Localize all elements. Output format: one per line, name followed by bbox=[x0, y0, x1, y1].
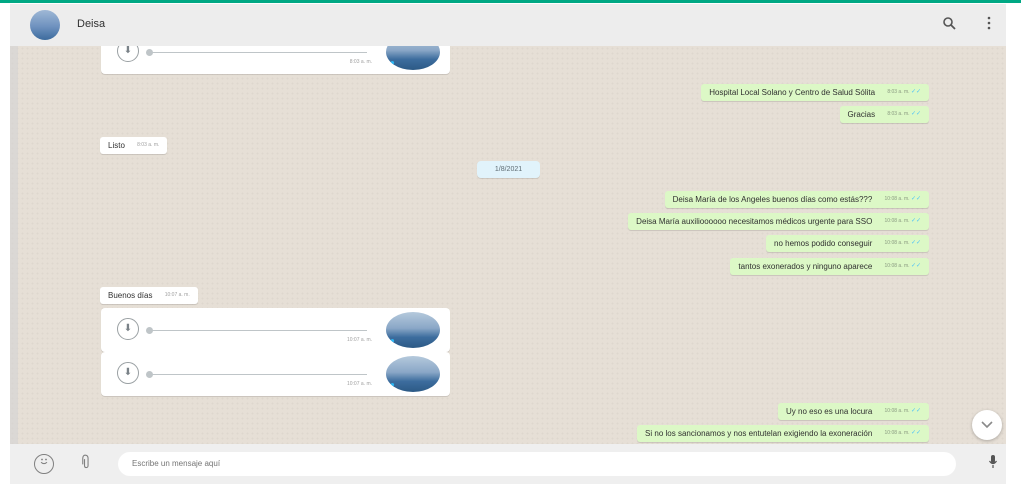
contact-name[interactable]: Deisa bbox=[77, 18, 105, 30]
message-time: 10:08 a. m. ✓✓ bbox=[884, 218, 921, 225]
date-separator: 1/8/2021 bbox=[477, 161, 540, 178]
message-text: Uy no eso es una locura bbox=[786, 407, 873, 416]
message-text: Listo bbox=[108, 141, 125, 150]
audio-knob[interactable] bbox=[146, 371, 153, 378]
mic-icon: ● bbox=[390, 336, 395, 345]
menu-dots-icon[interactable] bbox=[978, 14, 1000, 36]
message-time: 10:08 a. m. ✓✓ bbox=[884, 408, 921, 415]
message-bubble[interactable]: Listo 8:03 a. m. bbox=[100, 137, 168, 154]
panel-edge bbox=[10, 46, 18, 444]
message-time: 10:08 a. m. ✓✓ bbox=[884, 240, 921, 247]
microphone-icon[interactable] bbox=[985, 454, 1001, 474]
read-ticks-icon: ✓✓ bbox=[910, 430, 921, 437]
message-bubble[interactable]: Si no los sancionamos y nos entutelan ex… bbox=[637, 425, 929, 442]
conversation-panel[interactable]: ⬇ 8:03 a. m. ● Hospital Local Solano y C… bbox=[10, 46, 1006, 444]
message-text: Gracias bbox=[847, 110, 876, 119]
message-text: Si no los sancionamos y nos entutelan ex… bbox=[645, 429, 873, 438]
message-time: 8:03 a. m. ✓✓ bbox=[887, 89, 921, 96]
message-bubble[interactable]: Deisa María auxilioooooo necesitamos méd… bbox=[628, 213, 929, 230]
message-time: 10:08 a. m. ✓✓ bbox=[884, 263, 921, 270]
message-bubble[interactable]: Uy no eso es una locura 10:08 a. m. ✓✓ bbox=[778, 403, 929, 420]
message-time: 10:07 a. m. bbox=[346, 337, 372, 343]
scroll-down-button[interactable] bbox=[972, 410, 1002, 440]
download-icon[interactable]: ⬇ bbox=[117, 46, 139, 62]
download-icon[interactable]: ⬇ bbox=[117, 362, 139, 384]
message-bubble[interactable]: Buenos días 10:07 a. m. bbox=[100, 287, 198, 304]
audio-message[interactable]: ⬇ 10:07 a. m. ● bbox=[101, 308, 450, 352]
read-ticks-icon: ✓✓ bbox=[910, 111, 921, 118]
read-ticks-icon: ✓✓ bbox=[910, 196, 921, 203]
audio-track[interactable] bbox=[149, 330, 367, 331]
chevron-down-icon bbox=[981, 421, 993, 429]
download-icon[interactable]: ⬇ bbox=[117, 318, 139, 340]
audio-knob[interactable] bbox=[146, 327, 153, 334]
message-time: 8:03 a. m. bbox=[349, 59, 372, 65]
sender-avatar: ● bbox=[386, 312, 440, 348]
message-bubble[interactable]: Gracias 8:03 a. m. ✓✓ bbox=[839, 106, 929, 123]
audio-knob[interactable] bbox=[146, 49, 153, 56]
message-text: Deisa María auxilioooooo necesitamos méd… bbox=[636, 217, 873, 226]
read-ticks-icon: ✓✓ bbox=[910, 263, 921, 270]
message-time: 8:03 a. m. bbox=[137, 142, 160, 149]
search-icon[interactable] bbox=[938, 14, 960, 36]
message-text: Hospital Local Solano y Centro de Salud … bbox=[709, 88, 876, 97]
message-time: 10:07 a. m. bbox=[346, 381, 372, 387]
message-bubble[interactable]: tantos exonerados y ninguno aparece 10:0… bbox=[730, 258, 929, 275]
mic-icon: ● bbox=[390, 380, 395, 389]
message-time: 10:08 a. m. ✓✓ bbox=[884, 430, 921, 437]
message-time: 8:03 a. m. ✓✓ bbox=[887, 111, 921, 118]
attach-icon[interactable] bbox=[74, 450, 99, 475]
message-text: Buenos días bbox=[108, 291, 153, 300]
message-text: tantos exonerados y ninguno aparece bbox=[738, 262, 873, 271]
message-input[interactable] bbox=[118, 452, 956, 476]
read-ticks-icon: ✓✓ bbox=[910, 408, 921, 415]
message-time: 10:07 a. m. bbox=[164, 292, 190, 299]
audio-track[interactable] bbox=[149, 374, 367, 375]
sender-avatar: ● bbox=[386, 356, 440, 392]
audio-track[interactable] bbox=[149, 52, 367, 53]
message-text: no hemos podido conseguir bbox=[774, 239, 873, 248]
message-bubble[interactable]: Deisa María de los Angeles buenos días c… bbox=[664, 191, 929, 208]
audio-message[interactable]: ⬇ 8:03 a. m. ● bbox=[101, 46, 450, 74]
sender-avatar: ● bbox=[386, 46, 440, 70]
message-text: Deisa María de los Angeles buenos días c… bbox=[672, 195, 873, 204]
read-ticks-icon: ✓✓ bbox=[910, 218, 921, 225]
chat-header: Deisa bbox=[10, 4, 1006, 47]
message-bubble[interactable]: Hospital Local Solano y Centro de Salud … bbox=[701, 84, 929, 101]
emoji-icon[interactable] bbox=[34, 454, 54, 474]
contact-avatar[interactable] bbox=[30, 10, 60, 40]
top-accent-bar bbox=[0, 0, 1021, 3]
composer-bar bbox=[10, 444, 1006, 484]
read-ticks-icon: ✓✓ bbox=[910, 240, 921, 247]
message-time: 10:08 a. m. ✓✓ bbox=[884, 196, 921, 203]
audio-message[interactable]: ⬇ 10:07 a. m. ● bbox=[101, 352, 450, 396]
message-bubble[interactable]: no hemos podido conseguir 10:08 a. m. ✓✓ bbox=[766, 235, 929, 252]
mic-icon: ● bbox=[390, 58, 395, 67]
read-ticks-icon: ✓✓ bbox=[910, 89, 921, 96]
